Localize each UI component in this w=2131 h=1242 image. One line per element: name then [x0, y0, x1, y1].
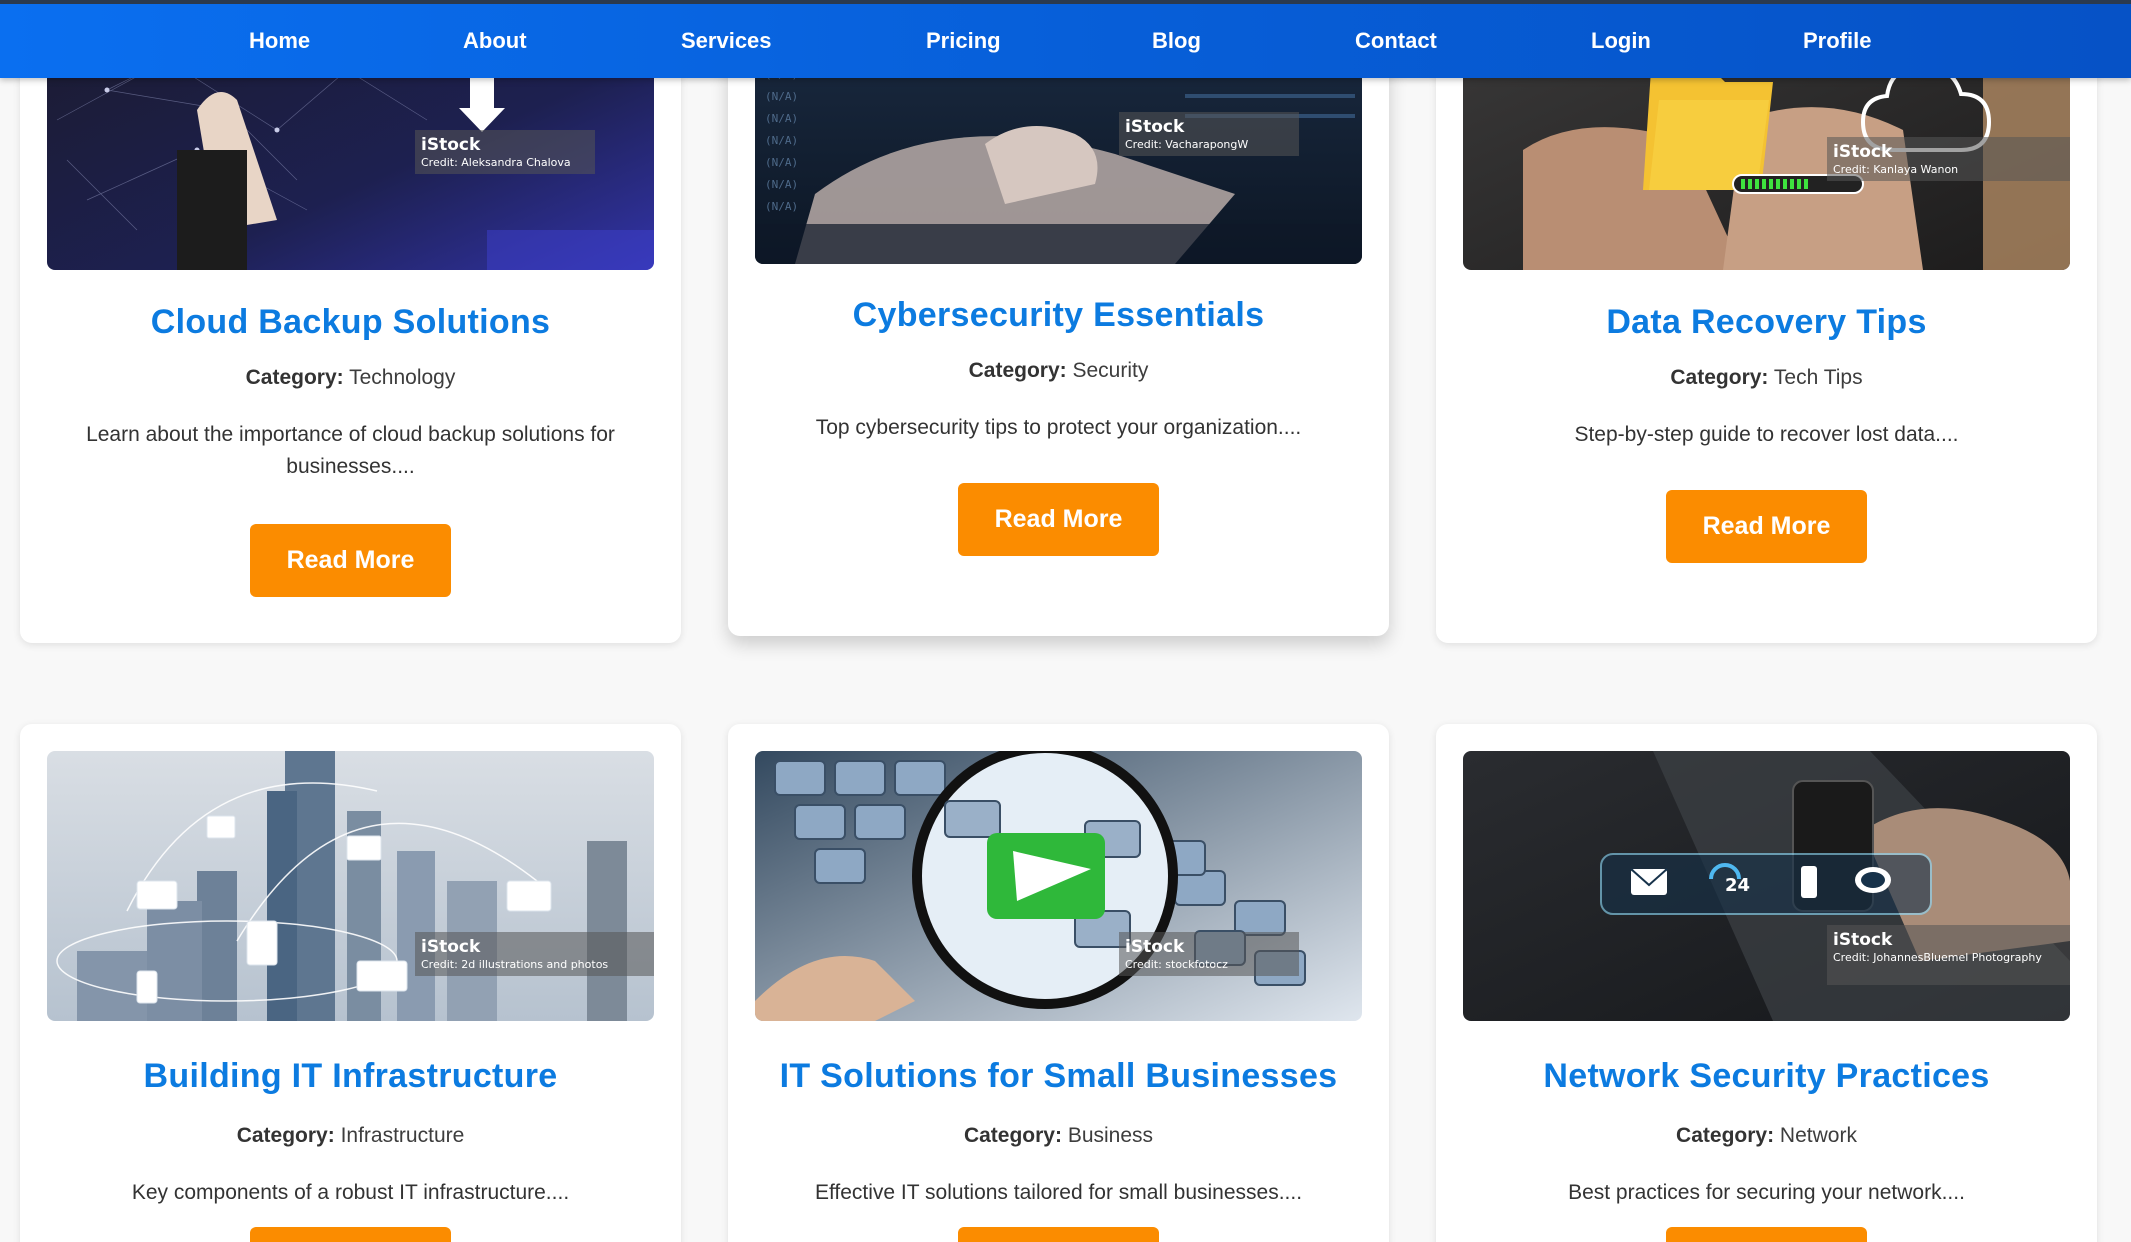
post-card: iStock Credit: Kanlaya Wanon Data Recove…: [1436, 0, 2097, 643]
post-image-network-security: 24 iStock Credit: JohannesBluemel Photog…: [1463, 751, 2070, 1021]
nav-login-link[interactable]: Login: [1591, 4, 1651, 78]
infrastructure-illustration: iStock Credit: 2d illustrations and phot…: [47, 751, 654, 1021]
post-excerpt: Step-by-step guide to recover lost data.…: [1574, 423, 1959, 446]
post-category: Category: Tech Tips: [1436, 366, 2097, 390]
image-watermark: iStock: [1125, 937, 1185, 957]
read-more-button[interactable]: Read More: [1666, 490, 1867, 563]
svg-text:(N/A): (N/A): [765, 156, 798, 169]
image-watermark: iStock: [421, 135, 481, 155]
category-value: Network: [1779, 1124, 1857, 1147]
post-category: Category: Infrastructure: [20, 1124, 681, 1148]
image-credit: Credit: 2d illustrations and photos: [421, 958, 608, 971]
nav-contact-link[interactable]: Contact: [1355, 4, 1437, 78]
post-card: iStock Credit: 2d illustrations and phot…: [20, 724, 681, 1242]
post-excerpt: Top cybersecurity tips to protect your o…: [815, 416, 1302, 439]
post-category: Category: Security: [728, 359, 1389, 383]
svg-text:(N/A): (N/A): [765, 178, 798, 191]
nav-pricing-link[interactable]: Pricing: [926, 4, 1001, 78]
svg-text:(N/A): (N/A): [765, 200, 798, 213]
post-image-it-solutions: iStock Credit: stockfotocz: [755, 751, 1362, 1021]
image-credit: Credit: JohannesBluemel Photography: [1833, 951, 2042, 964]
post-title[interactable]: Cybersecurity Essentials: [728, 296, 1389, 335]
nav-blog-link[interactable]: Blog: [1152, 4, 1201, 78]
image-watermark: iStock: [1833, 930, 1893, 950]
category-label: Category:: [968, 359, 1067, 382]
category-label: Category:: [1670, 366, 1769, 389]
image-credit: Credit: Kanlaya Wanon: [1833, 163, 1958, 176]
post-title[interactable]: Building IT Infrastructure: [20, 1057, 681, 1096]
post-category: Category: Network: [1436, 1124, 2097, 1148]
image-credit: Credit: stockfotocz: [1125, 958, 1228, 971]
read-more-button[interactable]: Read More: [1666, 1227, 1867, 1242]
svg-text:(N/A): (N/A): [765, 90, 798, 103]
nav-home-link[interactable]: Home: [249, 4, 310, 78]
it-solutions-illustration: iStock Credit: stockfotocz: [755, 751, 1362, 1021]
category-label: Category:: [245, 366, 344, 389]
post-image-infrastructure: iStock Credit: 2d illustrations and phot…: [47, 751, 654, 1021]
top-navbar: Home About Services Pricing Blog Contact…: [0, 0, 2131, 78]
post-title[interactable]: Network Security Practices: [1436, 1057, 2097, 1096]
category-value: Security: [1072, 359, 1149, 382]
image-watermark: iStock: [421, 937, 481, 957]
post-category: Category: Technology: [20, 366, 681, 390]
post-title[interactable]: Cloud Backup Solutions: [20, 303, 681, 342]
post-card: 24 iStock Credit: JohannesBluemel Photog…: [1436, 724, 2097, 1242]
read-more-button[interactable]: Read More: [250, 524, 451, 597]
nav-profile-link[interactable]: Profile: [1803, 4, 1871, 78]
post-excerpt: Best practices for securing your network…: [1568, 1181, 1965, 1204]
post-excerpt: Learn about the importance of cloud back…: [86, 423, 615, 478]
category-label: Category:: [963, 1124, 1062, 1147]
post-card: iStock Credit: Aleksandra Chalova Cloud …: [20, 0, 681, 643]
image-watermark: iStock: [1833, 142, 1893, 162]
post-excerpt: Effective IT solutions tailored for smal…: [814, 1181, 1303, 1204]
post-card: iStock Credit: stockfotocz IT Solutions …: [728, 724, 1389, 1242]
image-credit: Credit: Aleksandra Chalova: [421, 156, 571, 169]
category-value: Infrastructure: [340, 1124, 465, 1147]
image-watermark: iStock: [1125, 117, 1185, 137]
post-category: Category: Business: [728, 1124, 1389, 1148]
category-value: Technology: [349, 366, 456, 389]
post-card: (N/A)(N/A)(N/A) (N/A)(N/A)(N/A) (N/A)(N/…: [728, 0, 1389, 636]
category-value: Business: [1067, 1124, 1154, 1147]
category-value: Tech Tips: [1773, 366, 1863, 389]
post-title[interactable]: IT Solutions for Small Businesses: [728, 1057, 1389, 1096]
post-excerpt: Key components of a robust IT infrastruc…: [131, 1181, 570, 1204]
category-label: Category:: [1676, 1124, 1775, 1147]
category-label: Category:: [236, 1124, 335, 1147]
network-security-illustration: 24 iStock Credit: JohannesBluemel Photog…: [1463, 751, 2070, 1021]
read-more-button[interactable]: Read More: [958, 1227, 1159, 1242]
read-more-button[interactable]: Read More: [958, 483, 1159, 556]
image-credit: Credit: VacharapongW: [1125, 138, 1248, 151]
post-title[interactable]: Data Recovery Tips: [1436, 303, 2097, 342]
nav-about-link[interactable]: About: [463, 4, 527, 78]
read-more-button[interactable]: Read More: [250, 1227, 451, 1242]
nav-services-link[interactable]: Services: [681, 4, 772, 78]
svg-text:(N/A): (N/A): [765, 112, 798, 125]
svg-text:(N/A): (N/A): [765, 134, 798, 147]
page: Home About Services Pricing Blog Contact…: [0, 0, 2131, 1242]
